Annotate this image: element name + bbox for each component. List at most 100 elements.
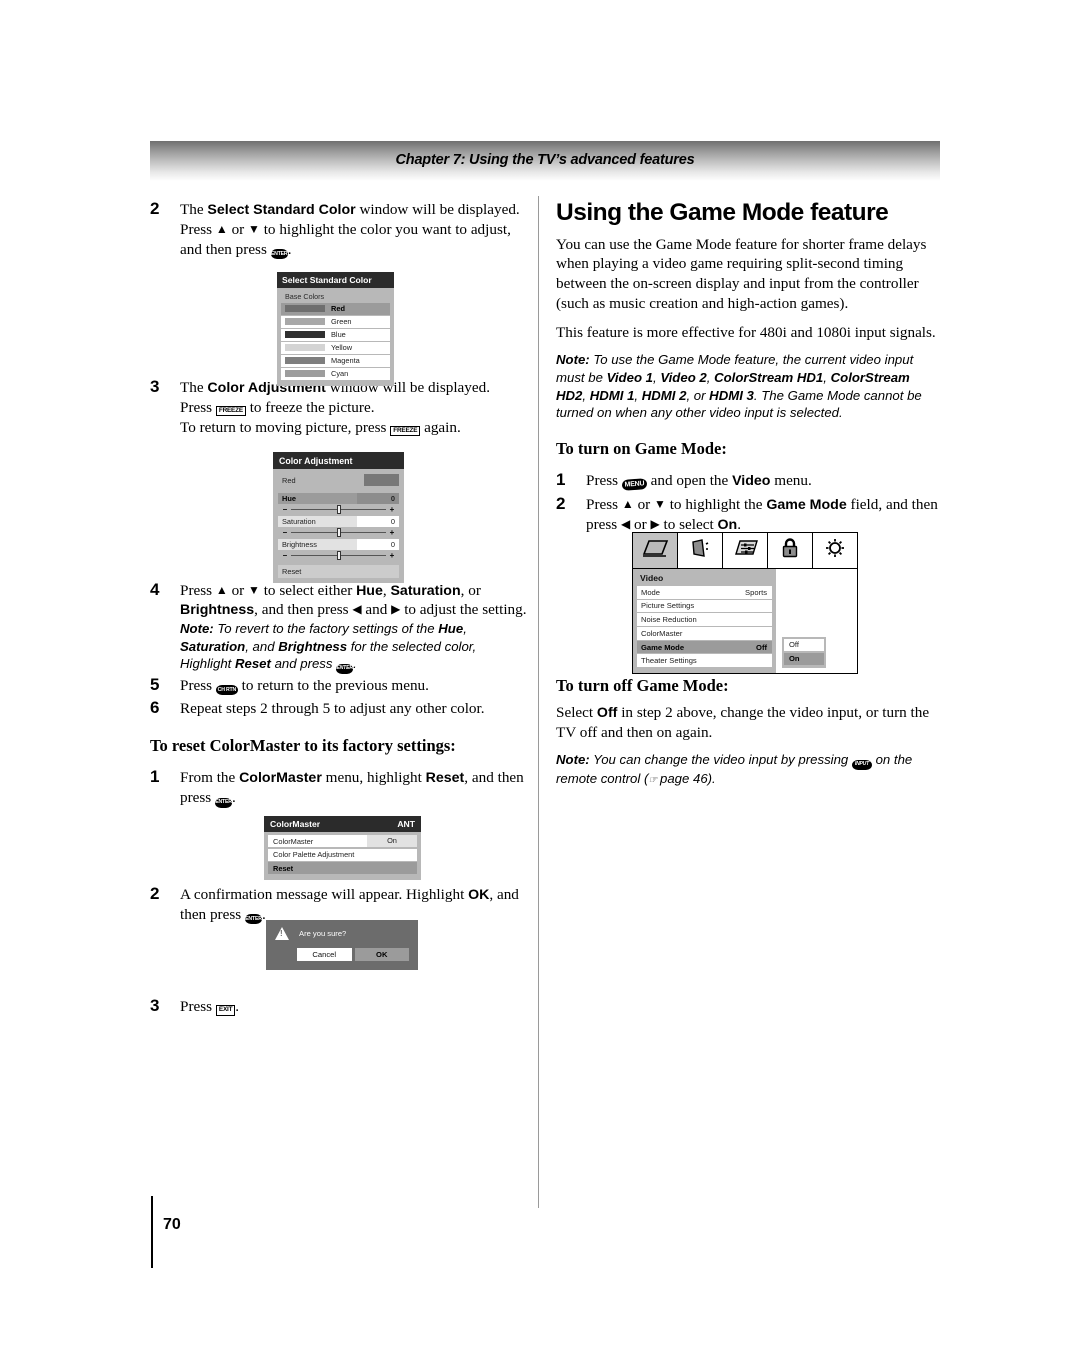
colormaster-source-label: ANT: [397, 819, 415, 829]
tv-screen-icon: [640, 537, 670, 564]
ssc-label-blue: Blue: [331, 330, 346, 339]
confirmation-top: Are you sure?: [275, 927, 409, 940]
ok-button[interactable]: OK: [354, 948, 409, 961]
color-swatch-magenta: [285, 357, 325, 364]
chapter-header-bar: Chapter 7: Using the TV’s advanced featu…: [150, 141, 940, 181]
colormaster-item-reset[interactable]: Reset: [268, 862, 417, 874]
plus-sign-3: +: [389, 551, 395, 560]
brightness-slider[interactable]: – +: [278, 550, 399, 561]
tab-video[interactable]: [633, 533, 678, 568]
ssc-subtitle: Base Colors: [285, 291, 325, 301]
s4f: , and then press: [254, 601, 353, 619]
n4f: .: [353, 656, 357, 672]
video-item-noise-reduction[interactable]: Noise Reduction: [637, 613, 772, 626]
reset-step-1-number: 1: [150, 767, 160, 787]
left-arrow-icon: ◀: [352, 602, 362, 617]
step-5-text: Press CH RTN to return to the previous m…: [180, 676, 528, 696]
saturation-slider-track[interactable]: [291, 527, 386, 537]
game-mode-para-1: You can use the Game Mode feature for sh…: [556, 235, 927, 312]
s4g: and: [361, 601, 392, 619]
minus-sign-2: –: [282, 528, 288, 537]
color-swatch-blue: [285, 331, 325, 338]
on-step-1: 1 Press MENU and open the Video menu.: [556, 470, 940, 491]
turn-off-body: Select Off in step 2 above, change the v…: [556, 703, 940, 743]
up-arrow-icon-2: ▲: [215, 582, 228, 597]
page-number-rule: [151, 1196, 153, 1268]
sliders-settings-icon: [730, 537, 760, 564]
slider-row-saturation[interactable]: Saturation 0: [278, 516, 399, 527]
note-saturation-term: Saturation: [180, 638, 246, 654]
hue-slider-track[interactable]: [291, 504, 386, 514]
ssc-row-red[interactable]: Red: [281, 302, 390, 315]
rn1d: ,: [823, 370, 831, 386]
game-mode-note-2: Note: You can change the video input by …: [556, 751, 940, 787]
minus-sign: –: [282, 505, 288, 514]
video-item-label-1: Mode: [641, 587, 660, 597]
saturation-slider[interactable]: – +: [278, 527, 399, 538]
step-2-t4: or: [227, 220, 249, 238]
enter-key-icon-3: ENTER: [336, 663, 354, 674]
ssc-row-cyan[interactable]: Cyan: [281, 367, 390, 380]
step-2: 2 The Select Standard Color window will …: [150, 199, 528, 259]
color-adjustment-body: Red Hue 0 – + Saturation 0 – + Brightnes…: [273, 469, 404, 583]
step-3-number: 3: [150, 377, 160, 397]
colorstream-hd1-term: ColorStream HD1: [714, 370, 824, 386]
step-2-t3: Press: [180, 220, 216, 238]
video-item-mode[interactable]: Mode Sports: [637, 586, 772, 599]
slider-row-brightness[interactable]: Brightness 0: [278, 539, 399, 550]
plus-sign-2: +: [389, 528, 395, 537]
video-menu-panelwrap: Video Mode Sports Picture Settings Noise…: [633, 569, 857, 674]
reset-step-2-number: 2: [150, 883, 160, 903]
r3b: .: [235, 998, 240, 1016]
saturation-slider-knob[interactable]: [336, 527, 341, 537]
game-mode-option-on[interactable]: On: [784, 652, 824, 665]
color-swatch-cyan: [285, 370, 325, 377]
hue-slider[interactable]: – +: [278, 504, 399, 515]
video-item-label-2: Picture Settings: [641, 601, 695, 611]
colormaster-item-colormaster[interactable]: ColorMaster On: [268, 835, 417, 847]
color-adjustment-reset-item[interactable]: Reset: [278, 565, 399, 578]
hue-slider-knob[interactable]: [336, 504, 341, 514]
tab-audio[interactable]: [678, 533, 723, 568]
video-item-picture-settings[interactable]: Picture Settings: [637, 599, 772, 613]
reset-step-2-text: A confirmation message will appear. High…: [180, 885, 528, 925]
step-3-t1: The: [180, 379, 208, 397]
tab-settings[interactable]: [723, 533, 768, 568]
ssc-row-green[interactable]: Green: [281, 315, 390, 328]
o2g: .: [737, 515, 742, 533]
colormaster-item-palette[interactable]: Color Palette Adjustment: [268, 848, 417, 861]
brightness-slider-knob[interactable]: [336, 550, 341, 560]
o2f: to select: [659, 515, 718, 533]
cancel-button[interactable]: Cancel: [297, 948, 352, 961]
ssc-row-yellow[interactable]: Yellow: [281, 341, 390, 354]
slider-row-hue[interactable]: Hue 0: [278, 493, 399, 504]
video-item-game-mode[interactable]: Game Mode Off: [637, 640, 772, 654]
ssc-row-blue[interactable]: Blue: [281, 328, 390, 341]
video-item-colormaster[interactable]: ColorMaster: [637, 627, 772, 640]
step-3-t6: again.: [420, 418, 461, 436]
step-2-text: The Select Standard Color window will be…: [180, 200, 528, 259]
ch-return-key-icon: CH RTN: [215, 684, 238, 695]
video-item-label-5: Game Mode: [641, 642, 685, 652]
video-menu-tabs: [633, 533, 857, 569]
column-divider: [538, 196, 539, 1208]
ssc-body: Base Colors Red Green Blue Yellow Magent…: [277, 288, 394, 386]
ssc-row-magenta[interactable]: Magenta: [281, 354, 390, 367]
video-menu-panel: Video Mode Sports Picture Settings Noise…: [633, 569, 776, 674]
page-number: 70: [163, 1216, 181, 1233]
color-adjustment-color-row: Red: [278, 473, 399, 487]
o2a: Press: [586, 495, 622, 513]
video-item-theater-settings[interactable]: Theater Settings: [637, 654, 772, 667]
on-step-2-number: 2: [556, 493, 566, 513]
brightness-slider-track[interactable]: [291, 550, 386, 560]
step-5: 5 Press CH RTN to return to the previous…: [150, 675, 528, 696]
step-3-t5: To return to moving picture, press: [180, 418, 391, 436]
s5a: Press: [180, 676, 216, 694]
game-mode-option-off[interactable]: Off: [784, 639, 824, 651]
s4a: Press: [180, 581, 216, 599]
tab-brightness[interactable]: [813, 533, 857, 568]
tab-lock[interactable]: [768, 533, 813, 568]
ssc-label-yellow: Yellow: [331, 343, 353, 352]
reset-step-1: 1 From the ColorMaster menu, highlight R…: [150, 767, 528, 808]
down-arrow-icon-3: ▼: [654, 496, 666, 511]
